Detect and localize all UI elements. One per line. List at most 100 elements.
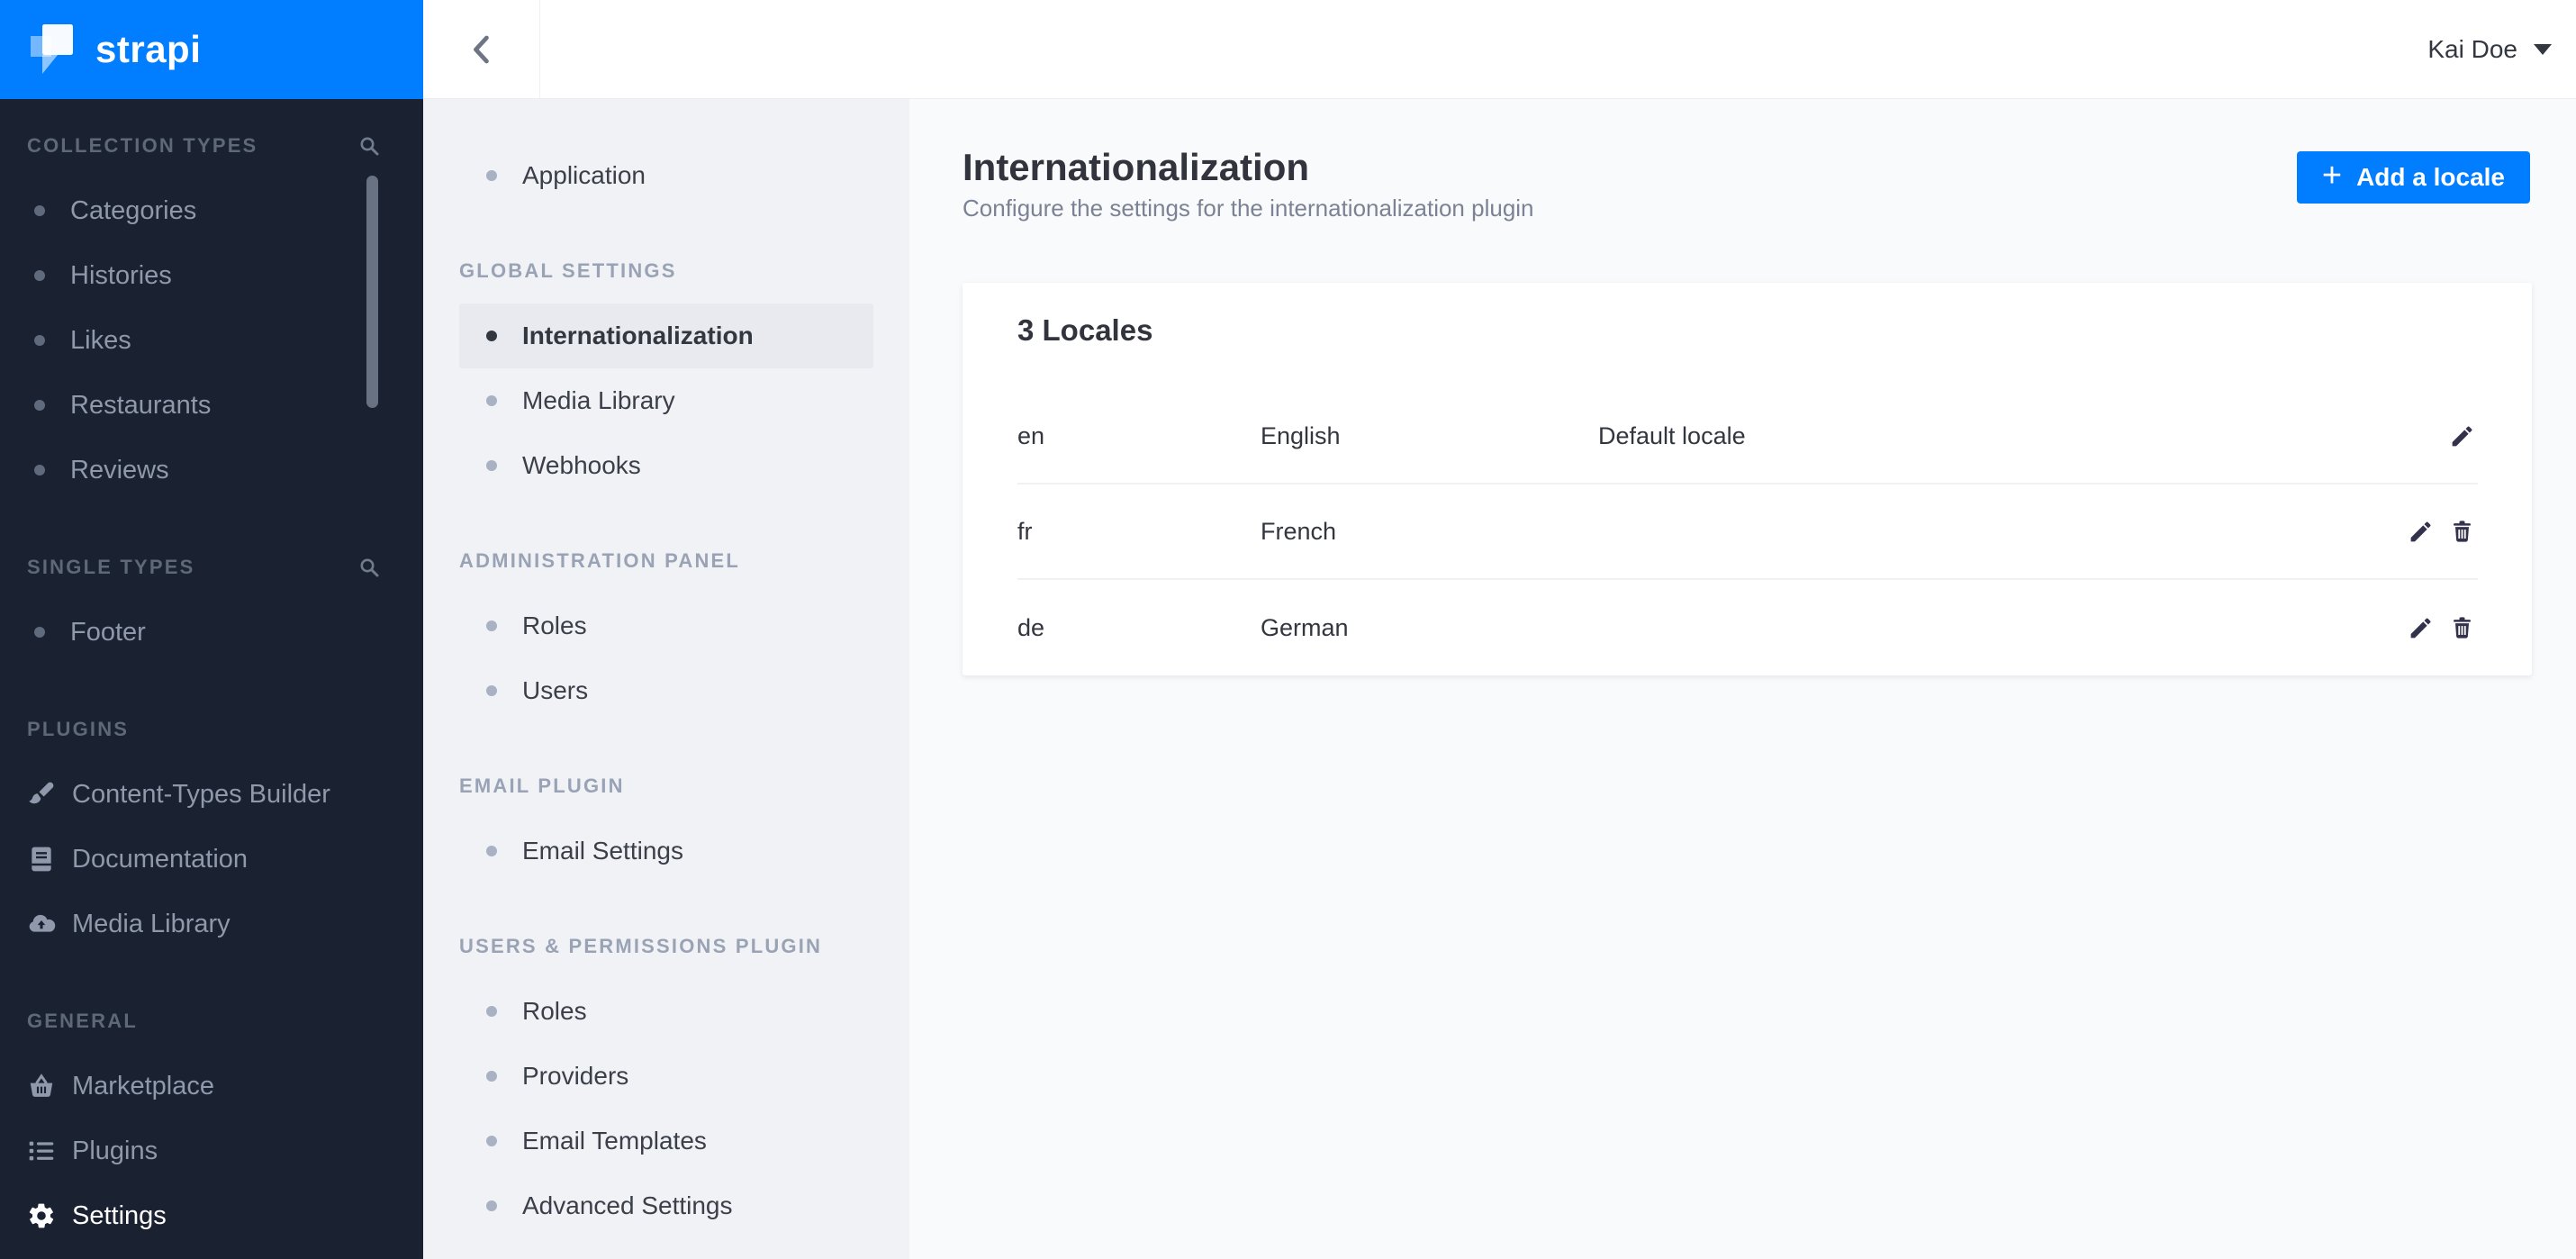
locale-row-en: en English Default locale: [1017, 389, 2478, 485]
section-collection-types: COLLECTION TYPES Categories Histories Li…: [0, 113, 423, 503]
bullet-icon: [34, 335, 45, 346]
section-header-row: SINGLE TYPES: [0, 535, 423, 600]
settings-group-application: Application: [423, 143, 909, 208]
sidebar-item-footer[interactable]: Footer: [0, 600, 423, 665]
bullet-icon: [34, 400, 45, 411]
settings-item-media-library[interactable]: Media Library: [423, 368, 909, 433]
section-single-types: SINGLE TYPES Footer: [0, 535, 423, 665]
caret-down-icon: [2534, 43, 2552, 55]
edit-locale-button[interactable]: [2404, 515, 2436, 548]
bullet-icon: [486, 620, 497, 631]
settings-item-label: Email Settings: [522, 837, 683, 865]
sidebar-item-restaurants[interactable]: Restaurants: [0, 373, 423, 438]
locale-row-fr: fr French: [1017, 485, 2478, 580]
gear-icon: [29, 1203, 54, 1228]
locale-note: Default locale: [1598, 421, 1746, 449]
section-header-row: COLLECTION TYPES: [0, 113, 423, 178]
settings-item-label: Roles: [522, 611, 587, 639]
sidebar-item-content-types-builder[interactable]: Content-Types Builder: [0, 762, 423, 827]
sidebar-item-reviews[interactable]: Reviews: [0, 438, 423, 503]
settings-group-global-settings: GLOBAL SETTINGS Internationalization Med…: [423, 239, 909, 498]
settings-group-header: EMAIL PLUGIN: [459, 774, 625, 797]
settings-item-up-roles[interactable]: Roles: [423, 979, 909, 1044]
edit-locale-button[interactable]: [2445, 420, 2478, 452]
section-header-row: PLUGINS: [0, 697, 423, 762]
sidebar-item-label: Restaurants: [70, 390, 212, 420]
sidebar-item-histories[interactable]: Histories: [0, 243, 423, 308]
delete-icon: [2453, 616, 2471, 639]
sidebar-item-categories[interactable]: Categories: [0, 178, 423, 243]
chevron-left-icon: [473, 35, 489, 63]
bullet-icon: [486, 685, 497, 696]
sidebar-scrollbar-thumb[interactable]: [366, 176, 378, 408]
settings-sidebar: Application GLOBAL SETTINGS Internationa…: [423, 99, 909, 1259]
settings-item-admin-roles[interactable]: Roles: [423, 593, 909, 658]
locale-name: German: [1261, 613, 1349, 641]
settings-item-label: Advanced Settings: [522, 1191, 733, 1219]
back-button[interactable]: [423, 0, 540, 98]
edit-icon: [2452, 426, 2472, 446]
bullet-icon: [486, 170, 497, 181]
sidebar-item-label: Content-Types Builder: [72, 779, 330, 809]
settings-item-admin-users[interactable]: Users: [423, 658, 909, 723]
sidebar-item-label: Media Library: [72, 909, 230, 938]
settings-item-label: Users: [522, 676, 589, 704]
sidebar-item-label: Reviews: [70, 455, 169, 485]
user-menu[interactable]: Kai Doe: [2427, 0, 2552, 98]
bullet-icon: [34, 627, 45, 638]
section-header: COLLECTION TYPES: [27, 134, 258, 157]
bullet-icon: [486, 1071, 497, 1082]
sidebar-item-marketplace[interactable]: Marketplace: [0, 1054, 423, 1119]
section-header: SINGLE TYPES: [27, 556, 195, 578]
settings-group-header: ADMINISTRATION PANEL: [459, 549, 741, 572]
sidebar-nav: COLLECTION TYPES Categories Histories Li…: [0, 99, 423, 1248]
search-icon[interactable]: [358, 557, 380, 578]
settings-item-webhooks[interactable]: Webhooks: [423, 433, 909, 498]
settings-group-administration-panel: ADMINISTRATION PANEL Roles Users: [423, 529, 909, 723]
sidebar-item-label: Marketplace: [72, 1071, 214, 1100]
section-header: GENERAL: [27, 1010, 138, 1032]
bullet-icon: [486, 331, 497, 341]
add-locale-label: Add a locale: [2356, 163, 2505, 191]
bullet-icon: [486, 1200, 497, 1211]
sidebar-item-likes[interactable]: Likes: [0, 308, 423, 373]
sidebar-item-settings[interactable]: Settings: [0, 1183, 423, 1248]
user-name: Kai Doe: [2427, 34, 2517, 63]
strapi-logo[interactable]: strapi: [0, 0, 423, 99]
plus-icon: +: [2321, 157, 2343, 195]
section-header: PLUGINS: [27, 718, 130, 740]
add-locale-button[interactable]: + Add a locale: [2296, 151, 2530, 204]
settings-item-label: Providers: [522, 1062, 629, 1090]
sidebar-item-media-library[interactable]: Media Library: [0, 892, 423, 956]
row-actions: [2395, 611, 2478, 644]
settings-item-internationalization[interactable]: Internationalization: [459, 303, 873, 368]
settings-item-email-templates[interactable]: Email Templates: [423, 1109, 909, 1173]
search-icon[interactable]: [358, 135, 380, 157]
bullet-icon: [486, 395, 497, 406]
settings-item-label: Media Library: [522, 386, 675, 414]
brand-name: strapi: [95, 28, 202, 70]
settings-item-label: Internationalization: [522, 322, 754, 349]
bullet-icon: [486, 1136, 497, 1146]
delete-locale-button[interactable]: [2445, 611, 2478, 644]
settings-item-providers[interactable]: Providers: [423, 1044, 909, 1109]
settings-group-header: GLOBAL SETTINGS: [459, 259, 677, 282]
sidebar-item-label: Settings: [72, 1200, 167, 1230]
settings-item-application[interactable]: Application: [423, 143, 909, 208]
settings-item-label: Application: [522, 161, 646, 189]
bullet-icon: [34, 205, 45, 216]
locales-table: en English Default locale fr French de G…: [1017, 389, 2478, 675]
settings-item-email-settings[interactable]: Email Settings: [423, 819, 909, 883]
settings-item-advanced-settings[interactable]: Advanced Settings: [423, 1173, 909, 1238]
settings-group-email-plugin: EMAIL PLUGIN Email Settings: [423, 754, 909, 883]
edit-locale-button[interactable]: [2404, 611, 2436, 644]
row-actions: [2395, 420, 2478, 452]
section-plugins: PLUGINS Content-Types Builder Documentat…: [0, 697, 423, 956]
sidebar-item-documentation[interactable]: Documentation: [0, 827, 423, 892]
sidebar-item-plugins[interactable]: Plugins: [0, 1119, 423, 1183]
sidebar-item-label: Plugins: [72, 1136, 158, 1165]
settings-group-users-permissions: USERS & PERMISSIONS PLUGIN Roles Provide…: [423, 914, 909, 1238]
locale-name: French: [1261, 517, 1337, 545]
main-content: Internationalization Configure the setti…: [909, 99, 2576, 1259]
delete-locale-button[interactable]: [2445, 515, 2478, 548]
